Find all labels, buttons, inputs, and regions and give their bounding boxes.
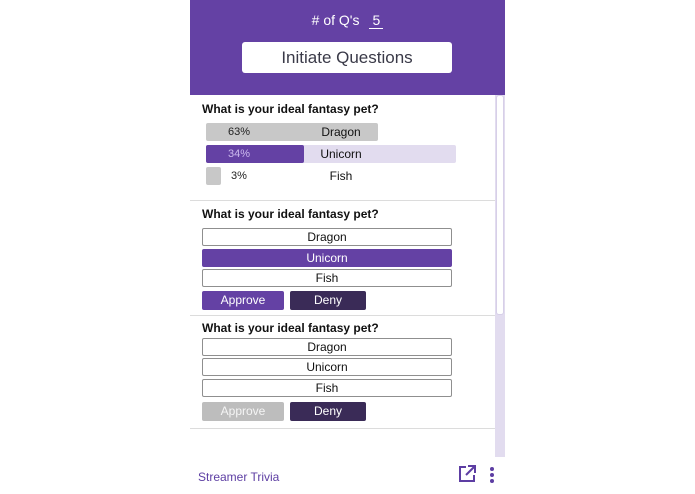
question-title: What is your ideal fantasy pet? (202, 207, 379, 221)
trivia-panel: # of Q's 5 Initiate Questions What is yo… (190, 0, 505, 494)
approve-button[interactable]: Approve (202, 291, 284, 310)
result-percent: 63% (227, 126, 251, 138)
question-card-results: What is your ideal fantasy pet? 63% Drag… (190, 95, 495, 201)
question-count: # of Q's 5 (190, 12, 505, 29)
deny-button[interactable]: Deny (290, 402, 366, 421)
question-count-input[interactable]: 5 (369, 13, 384, 29)
popout-icon[interactable] (458, 465, 476, 483)
approve-button[interactable]: Approve (202, 402, 284, 421)
result-answer: Dragon (321, 125, 361, 139)
extension-title: Streamer Trivia (198, 470, 280, 484)
header: # of Q's 5 Initiate Questions (190, 0, 505, 95)
question-card-approval: What is your ideal fantasy pet? Dragon U… (190, 201, 495, 316)
question-title: What is your ideal fantasy pet? (202, 102, 379, 116)
result-answer: Fish (329, 169, 353, 183)
question-card-approval: What is your ideal fantasy pet? Dragon U… (190, 316, 495, 429)
answer-option-unicorn[interactable]: Unicorn (202, 358, 452, 376)
answer-option-dragon[interactable]: Dragon (202, 228, 452, 246)
answer-option-fish[interactable]: Fish (202, 269, 452, 287)
footer: Streamer Trivia (190, 457, 505, 494)
result-percent: 34% (227, 148, 251, 160)
question-count-label: # of Q's (311, 12, 360, 28)
vertical-dots-icon[interactable] (488, 466, 496, 484)
result-row: 63% Dragon (206, 123, 456, 141)
answer-option-dragon[interactable]: Dragon (202, 338, 452, 356)
scrollbar-thumb[interactable] (496, 95, 504, 315)
answer-option-fish[interactable]: Fish (202, 379, 452, 397)
answer-option-unicorn[interactable]: Unicorn (202, 249, 452, 267)
result-percent: 3% (231, 170, 247, 182)
result-answer: Unicorn (320, 147, 362, 161)
deny-button[interactable]: Deny (290, 291, 366, 310)
question-title: What is your ideal fantasy pet? (202, 321, 379, 335)
initiate-questions-button[interactable]: Initiate Questions (242, 42, 452, 73)
result-row: 34% Unicorn (206, 145, 456, 163)
result-row: 3% Fish (206, 167, 456, 185)
question-list: What is your ideal fantasy pet? 63% Drag… (190, 95, 505, 457)
